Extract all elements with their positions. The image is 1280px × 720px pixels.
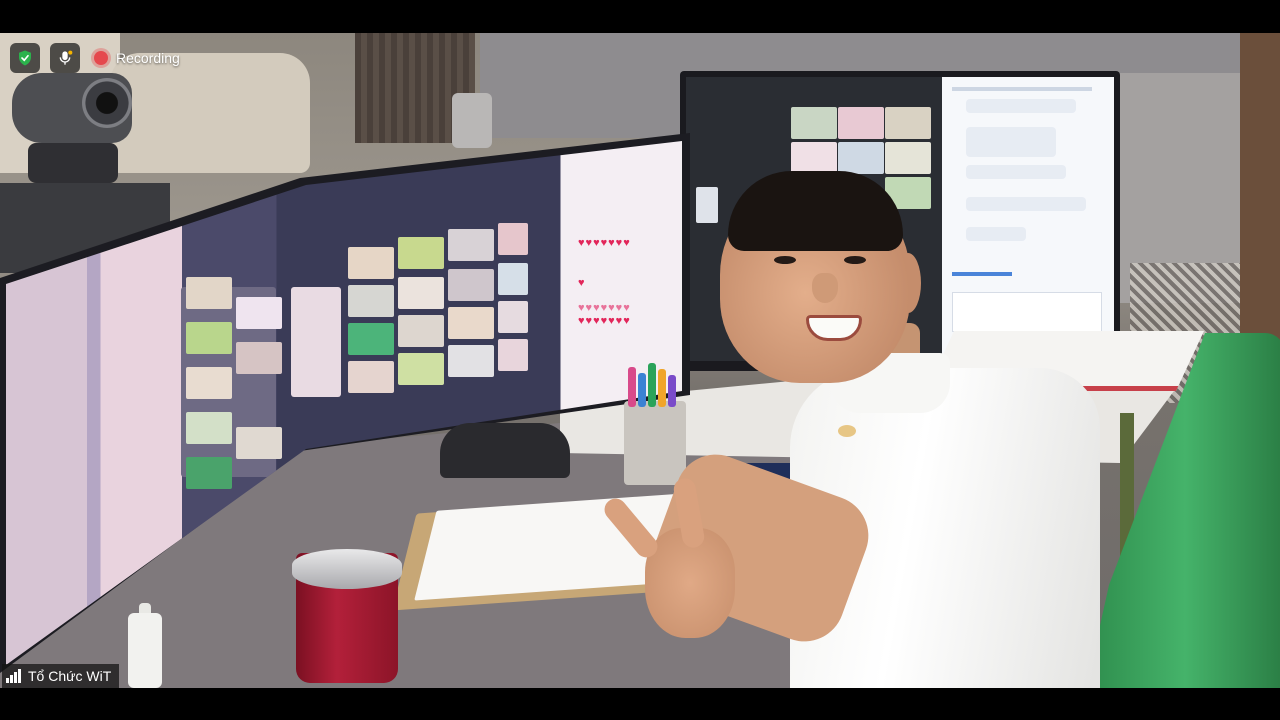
eye bbox=[774, 256, 796, 264]
chat-message bbox=[966, 99, 1076, 113]
video-thumbnail bbox=[186, 322, 232, 354]
video-thumbnail bbox=[448, 307, 494, 339]
small-bottle bbox=[128, 613, 162, 688]
chat-heart-reactions: ♥ bbox=[578, 277, 586, 289]
marker-pen bbox=[638, 373, 646, 407]
webcam-lens bbox=[82, 78, 132, 128]
video-thumbnail bbox=[838, 142, 884, 174]
microphone-icon[interactable] bbox=[50, 43, 80, 73]
signal-bars-icon bbox=[6, 669, 22, 683]
marker-pen bbox=[628, 367, 636, 407]
meeting-overlay: Recording bbox=[10, 43, 180, 73]
video-thumbnail bbox=[838, 107, 884, 139]
video-thumbnail bbox=[498, 339, 528, 371]
pen-holder bbox=[624, 363, 686, 485]
chat-heart-reactions: ♥♥♥♥♥♥♥ bbox=[578, 237, 631, 249]
video-thumbnail bbox=[186, 412, 232, 444]
video-thumbnail bbox=[791, 142, 837, 174]
video-thumbnail bbox=[448, 269, 494, 301]
video-thumbnail bbox=[448, 345, 494, 377]
chat-message bbox=[966, 165, 1066, 179]
video-thumbnail bbox=[448, 229, 494, 261]
video-thumbnail bbox=[236, 342, 282, 374]
video-thumbnail bbox=[398, 277, 444, 309]
video-thumbnail bbox=[498, 263, 528, 295]
hair bbox=[728, 171, 903, 251]
video-thumbnail bbox=[186, 277, 232, 309]
headset-mic bbox=[838, 425, 856, 437]
participant-name: Tổ Chức WiT bbox=[28, 668, 112, 684]
recording-indicator[interactable]: Recording bbox=[94, 50, 180, 66]
video-thumbnail bbox=[348, 247, 394, 279]
eye bbox=[844, 256, 866, 264]
shield-check-icon[interactable] bbox=[10, 43, 40, 73]
video-thumbnail bbox=[348, 285, 394, 317]
video-thumbnail bbox=[348, 361, 394, 393]
smile bbox=[806, 315, 862, 341]
chat-message bbox=[966, 127, 1056, 157]
monitor-stand bbox=[440, 423, 570, 478]
nose bbox=[812, 273, 838, 303]
chat-meta bbox=[952, 87, 1092, 91]
video-thumbnail bbox=[398, 353, 444, 385]
video-thumbnail bbox=[498, 301, 528, 333]
video-thumbnail bbox=[398, 237, 444, 269]
marker-pen bbox=[668, 375, 676, 407]
participant-name-tag: Tổ Chức WiT bbox=[2, 664, 120, 688]
video-thumbnail bbox=[186, 367, 232, 399]
video-thumbnail bbox=[236, 427, 282, 459]
video-thumbnail bbox=[498, 223, 528, 255]
video-thumbnail bbox=[791, 107, 837, 139]
recording-label: Recording bbox=[116, 50, 180, 66]
video-thumbnail bbox=[348, 323, 394, 355]
chat-heart-reactions: ♥♥♥♥♥♥♥ bbox=[578, 302, 631, 314]
tumbler-lid bbox=[292, 549, 402, 589]
video-thumbnail bbox=[398, 315, 444, 347]
wall-panel bbox=[1240, 33, 1280, 353]
marker-pen bbox=[648, 363, 656, 407]
marker-pen bbox=[658, 369, 666, 407]
video-thumbnail bbox=[885, 142, 931, 174]
video-thumbnail bbox=[186, 457, 232, 489]
recording-dot-icon bbox=[94, 51, 108, 65]
video-thumbnail bbox=[885, 107, 931, 139]
video-frame: ♥♥♥♥♥♥♥ ♥ ♥♥♥♥♥♥♥ ♥♥♥♥♥♥♥ bbox=[0, 33, 1280, 688]
whiteboard-panel bbox=[291, 287, 341, 397]
person bbox=[600, 171, 1130, 688]
chat-heart-reactions: ♥♥♥♥♥♥♥ bbox=[578, 315, 631, 327]
video-thumbnail bbox=[236, 297, 282, 329]
